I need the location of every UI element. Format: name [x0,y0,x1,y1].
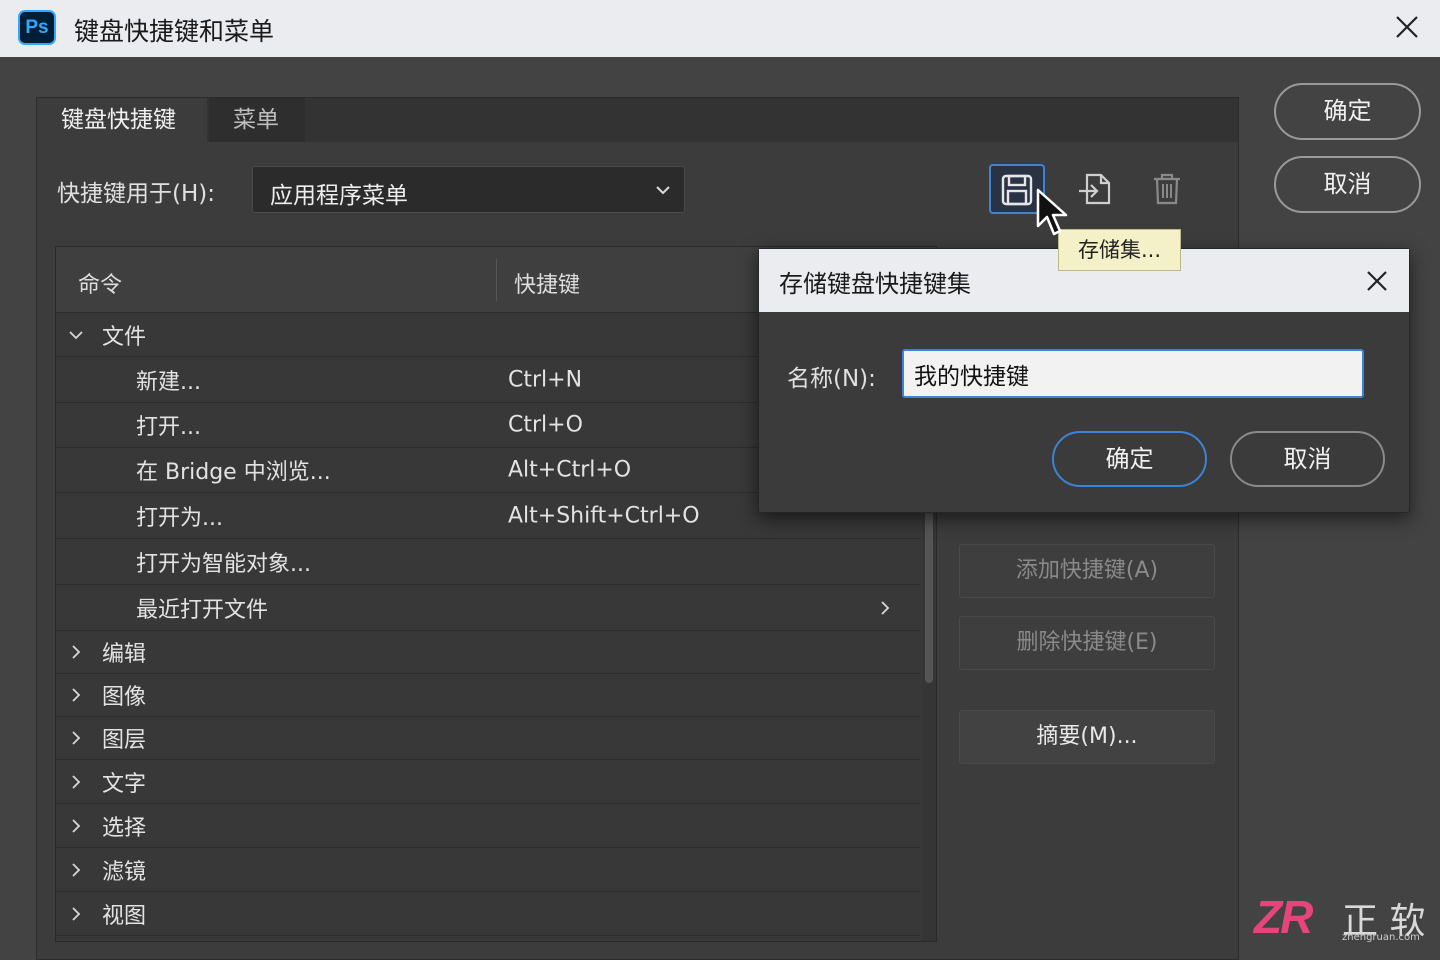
table-row-layer[interactable]: 图层 [56,717,920,760]
chevron-right-icon[interactable] [68,862,84,878]
chevron-right-icon[interactable] [68,644,84,660]
row-command: 视图 [102,903,147,929]
row-command: 文字 [102,771,147,797]
table-row-select[interactable]: 选择 [56,804,920,848]
dialog-title: 存储键盘快捷键集 [779,270,971,298]
table-row[interactable]: 打开为智能对象... [56,539,920,585]
row-command: 打开为智能对象... [136,551,311,577]
shortcut-for-value: 应用程序菜单 [270,183,408,209]
chevron-down-icon [656,186,670,195]
save-icon [1001,174,1033,206]
save-set-tooltip: 存储集... [1058,229,1181,271]
column-divider[interactable] [496,259,497,301]
close-icon [1396,16,1418,38]
table-row-edit[interactable]: 编辑 [56,631,920,674]
chevron-right-icon[interactable] [68,774,84,790]
table-row-view[interactable]: 视图 [56,892,920,936]
ok-button[interactable]: 确定 [1274,83,1421,140]
table-row-image[interactable]: 图像 [56,674,920,717]
row-shortcut[interactable]: Alt+Ctrl+O [508,458,631,483]
row-command: 文件 [102,324,147,350]
shortcut-for-select[interactable]: 应用程序菜单 [252,166,685,213]
title-bar: Ps 键盘快捷键和菜单 [0,0,1440,57]
tab-menus[interactable]: 菜单 [209,98,305,142]
row-command: 滤镜 [102,859,147,885]
window-title: 键盘快捷键和菜单 [74,17,275,46]
summary-button[interactable]: 摘要(M)... [959,710,1215,764]
row-shortcut[interactable]: Ctrl+O [508,413,583,438]
row-command: 选择 [102,815,147,841]
save-shortcut-set-dialog: 存储键盘快捷键集 名称(N): 确定 取消 [758,248,1410,513]
row-shortcut[interactable]: Ctrl+N [508,367,582,392]
trash-icon [1154,173,1180,205]
row-command: 打开... [136,415,201,440]
tab-keyboard-shortcuts[interactable]: 键盘快捷键 [37,98,207,142]
row-command: 图像 [102,685,147,710]
row-command: 打开为... [136,505,223,531]
row-command: 图层 [102,728,147,753]
table-row-filter[interactable]: 滤镜 [56,848,920,892]
table-row[interactable]: 最近打开文件 [56,585,920,631]
chevron-right-icon[interactable] [68,818,84,834]
chevron-right-icon[interactable] [68,687,84,703]
dialog-close-button[interactable] [1363,267,1391,295]
mouse-cursor-icon [1036,188,1068,236]
row-command: 最近打开文件 [136,597,269,623]
delete-shortcut-button[interactable]: 删除快捷键(E) [959,616,1215,670]
row-command: 新建... [136,369,201,395]
chevron-right-icon[interactable] [68,730,84,746]
tab-strip: 键盘快捷键 菜单 [37,98,1238,142]
delete-set-button[interactable] [1141,164,1197,214]
new-set-button[interactable] [1067,164,1123,214]
close-icon [1367,271,1387,291]
photoshop-app-icon: Ps [18,10,56,45]
dialog-cancel-button[interactable]: 取消 [1230,431,1385,487]
table-row-type[interactable]: 文字 [56,760,920,804]
row-command: 在 Bridge 中浏览... [136,460,331,485]
row-command: 编辑 [102,642,147,667]
window-close-button[interactable] [1390,10,1424,44]
watermark-logo: ZR [1254,891,1313,943]
chevron-right-icon [881,600,890,615]
chevron-down-icon[interactable] [68,327,84,343]
chevron-right-icon[interactable] [68,906,84,922]
column-header-shortcut: 快捷键 [514,273,581,298]
name-label: 名称(N): [787,366,876,392]
shortcut-for-label: 快捷键用于(H): [57,181,215,207]
dialog-ok-button[interactable]: 确定 [1052,431,1207,487]
column-header-command: 命令 [78,273,123,298]
new-set-icon [1079,173,1111,205]
name-input[interactable] [902,349,1364,398]
row-shortcut[interactable]: Alt+Shift+Ctrl+O [508,503,700,528]
watermark-url: zhengruan.com [1342,932,1420,943]
add-shortcut-button[interactable]: 添加快捷键(A) [959,544,1215,598]
cancel-button[interactable]: 取消 [1274,156,1421,213]
